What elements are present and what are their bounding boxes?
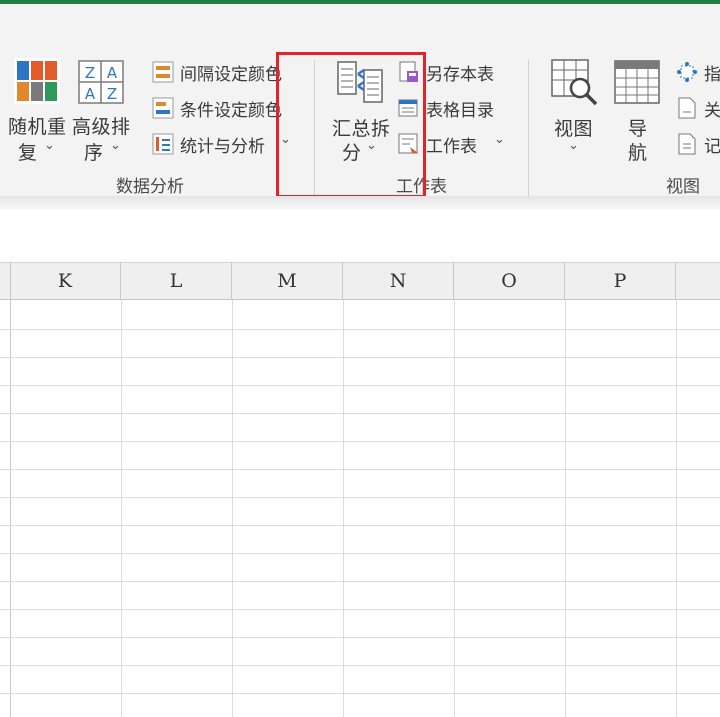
gridline — [0, 385, 720, 386]
cell-grid[interactable] — [0, 300, 720, 717]
partial-item-3-label: 记 — [704, 137, 720, 157]
svg-text:A: A — [85, 85, 96, 103]
gridline — [0, 469, 720, 470]
random-repeat-label-1: 随机重 — [8, 116, 67, 138]
group-label-view: 视图 — [666, 177, 700, 197]
svg-text:Z: Z — [107, 85, 117, 103]
gridline — [0, 609, 720, 610]
ribbon: 随机重 复 ⌄ Z A A Z 高级排 序 ⌄ 间隔设定颜色 条件设定颜色 统计… — [0, 4, 720, 200]
random-repeat-label-2: 复 — [18, 142, 38, 164]
navigation-button[interactable]: 导 航 — [612, 54, 664, 164]
pointer-icon — [677, 62, 697, 82]
partial-item-1[interactable]: 指 — [676, 58, 720, 86]
gridline — [0, 497, 720, 498]
navigation-label-1: 导 — [628, 118, 648, 140]
gridline — [0, 413, 720, 414]
chevron-down-icon: ⌄ — [44, 138, 55, 153]
gridline — [232, 300, 233, 717]
group-separator — [528, 60, 529, 198]
worksheet-label: 工作表 — [426, 137, 477, 157]
svg-text:A: A — [107, 64, 118, 82]
svg-text:Z: Z — [85, 64, 95, 82]
document-close-icon — [678, 97, 696, 119]
chevron-down-icon: ⌄ — [568, 138, 579, 153]
stats-analysis-icon — [152, 133, 174, 155]
navigation-label-2: 航 — [628, 142, 648, 164]
gridline — [0, 357, 720, 358]
advanced-sort-button[interactable]: Z A A Z 高级排 序 ⌄ — [72, 54, 134, 164]
document-note-icon — [678, 133, 696, 155]
column-header-o[interactable]: O — [454, 262, 565, 300]
highlight-box — [276, 52, 426, 198]
view-button[interactable]: 视图 ⌄ — [548, 54, 604, 164]
partial-item-2[interactable]: 关 — [676, 94, 720, 122]
condition-color-icon — [152, 97, 174, 119]
column-header-m[interactable]: M — [232, 262, 343, 300]
gridline — [0, 441, 720, 442]
gridline — [343, 300, 344, 717]
gridline — [0, 637, 720, 638]
column-header-n[interactable]: N — [343, 262, 454, 300]
gridline — [454, 300, 455, 717]
chevron-down-icon: ⌄ — [494, 132, 505, 147]
random-repeat-button[interactable]: 随机重 复 ⌄ — [8, 54, 68, 164]
condition-color-label: 条件设定颜色 — [180, 101, 282, 121]
gridline — [0, 329, 720, 330]
column-header-k[interactable]: K — [10, 262, 121, 300]
view-magnifier-icon — [551, 59, 598, 106]
group-label-data-analysis: 数据分析 — [116, 177, 184, 197]
chevron-down-icon: ⌄ — [110, 138, 121, 153]
gridline — [565, 300, 566, 717]
advanced-sort-label-1: 高级排 — [72, 116, 131, 138]
interval-color-label: 间隔设定颜色 — [180, 65, 282, 85]
partial-item-3[interactable]: 记 — [676, 130, 720, 158]
advanced-sort-label-2: 序 — [84, 142, 104, 164]
column-header-p[interactable]: P — [565, 262, 676, 300]
formula-bar-area[interactable] — [0, 210, 720, 262]
save-as-table-label: 另存本表 — [426, 65, 494, 85]
navigation-grid-icon — [614, 60, 660, 104]
stats-analysis-label: 统计与分析 — [180, 137, 265, 157]
gridline — [676, 300, 677, 717]
gridline — [0, 553, 720, 554]
interval-color-icon — [152, 61, 174, 83]
partial-item-1-label: 指 — [704, 65, 720, 85]
random-grid-icon — [14, 58, 60, 104]
ribbon-divider — [0, 196, 720, 210]
gridline — [0, 693, 720, 694]
view-label: 视图 — [554, 118, 594, 140]
gridline — [0, 581, 720, 582]
gridline — [0, 665, 720, 666]
gridline — [0, 525, 720, 526]
partial-item-2-label: 关 — [704, 101, 720, 121]
column-header-l[interactable]: L — [121, 262, 232, 300]
table-directory-label: 表格目录 — [426, 101, 494, 121]
gridline — [121, 300, 122, 717]
sort-az-icon: Z A A Z — [78, 60, 124, 104]
